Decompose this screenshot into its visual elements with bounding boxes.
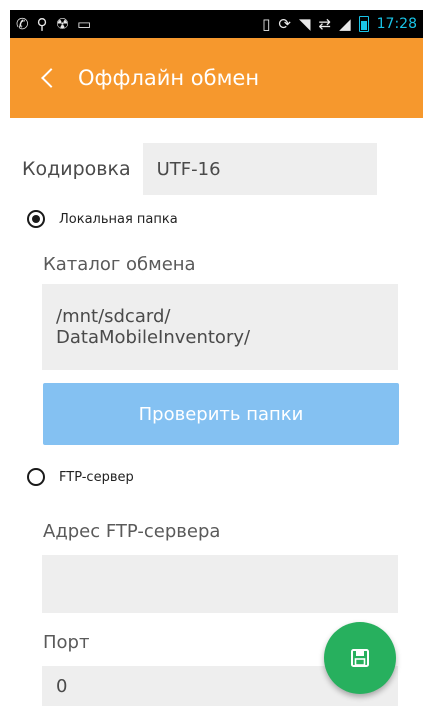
whatsapp-icon: ✆ <box>16 14 29 33</box>
radio-selected-icon[interactable] <box>27 210 45 228</box>
local-folder-radio[interactable]: Локальная папка <box>27 210 178 228</box>
status-right-icons: ▯ ⟳ ◥ ⇄ ◢ 17:28 <box>256 16 423 32</box>
screen-top-margin <box>0 0 423 10</box>
ftp-server-radio[interactable]: FTP-сервер <box>27 468 134 486</box>
radio-unselected-icon[interactable] <box>27 468 45 486</box>
catalog-field[interactable]: /mnt/sdcard/ DataMobileInventory/ <box>42 284 398 370</box>
save-icon <box>351 649 369 667</box>
local-folder-label: Локальная папка <box>59 211 178 227</box>
encoding-value: UTF-16 <box>156 158 221 180</box>
page-title: Оффлайн обмен <box>78 66 260 90</box>
ftp-server-label: FTP-сервер <box>59 469 134 485</box>
signal-icon: ◢ <box>339 14 351 33</box>
network-sharing-icon: ⇄ <box>318 14 332 33</box>
wifi-icon: ◥ <box>298 14 311 33</box>
catalog-value-line-1: /mnt/sdcard/ <box>56 306 171 327</box>
usb-icon: ⚲ <box>36 14 48 33</box>
settings-content: Кодировка UTF-16 Локальная папка Каталог… <box>10 118 423 706</box>
app-bar: Оффлайн обмен <box>10 38 423 118</box>
port-value: 0 <box>56 675 68 697</box>
sync-icon: ⟳ <box>278 14 291 33</box>
check-folders-button[interactable]: Проверить папки <box>43 383 399 445</box>
keyboard-icon: ▭ <box>77 14 92 33</box>
android-debug-icon: ☢ <box>55 14 70 33</box>
encoding-field[interactable]: UTF-16 <box>142 143 377 195</box>
save-button[interactable] <box>324 622 396 694</box>
status-time: 17:28 <box>376 16 417 32</box>
battery-icon <box>358 16 369 32</box>
chevron-left-icon[interactable] <box>36 66 60 90</box>
status-bar: ✆ ⚲ ☢ ▭ ▯ ⟳ ◥ ⇄ ◢ 17:28 <box>10 10 423 38</box>
status-left-icons: ✆ ⚲ ☢ ▭ <box>10 14 97 33</box>
catalog-label: Каталог обмена <box>43 254 196 275</box>
vibrate-icon: ▯ <box>262 14 271 33</box>
ftp-address-input[interactable] <box>42 555 398 613</box>
catalog-value-line-2: DataMobileInventory/ <box>56 327 251 348</box>
ftp-address-label: Адрес FTP-сервера <box>43 521 221 542</box>
encoding-row: Кодировка UTF-16 <box>22 143 377 195</box>
port-label: Порт <box>43 632 90 653</box>
encoding-label: Кодировка <box>22 158 131 180</box>
